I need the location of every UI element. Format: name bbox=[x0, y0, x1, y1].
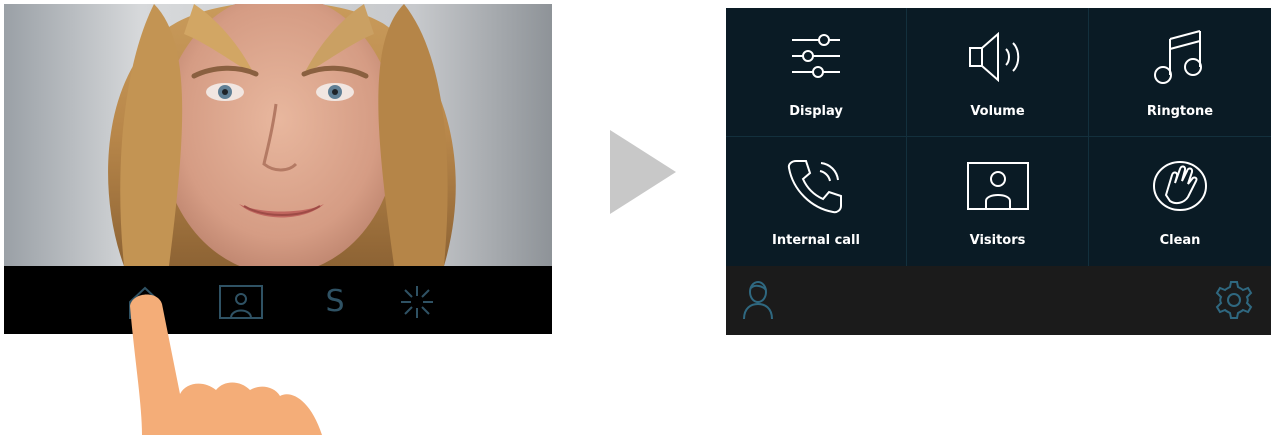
gear-icon[interactable] bbox=[1212, 278, 1256, 322]
pointing-hand-icon bbox=[130, 294, 322, 435]
play-arrow-icon bbox=[610, 130, 676, 214]
visitor-video-feed bbox=[4, 4, 552, 266]
menu-grid: Display Volume Ringtone Internal call Vi… bbox=[726, 8, 1271, 266]
intercom-video-screen: S bbox=[4, 4, 552, 334]
menu-bottom-bar bbox=[726, 266, 1271, 335]
menu-item-label: Display bbox=[789, 104, 843, 119]
menu-item-volume[interactable]: Volume bbox=[907, 8, 1089, 137]
visitor-photo-icon bbox=[963, 151, 1033, 221]
light-icon[interactable] bbox=[392, 280, 442, 324]
menu-item-label: Volume bbox=[970, 104, 1025, 119]
sliders-icon bbox=[781, 22, 851, 92]
hand-clean-icon bbox=[1145, 151, 1215, 221]
speaker-icon bbox=[963, 22, 1033, 92]
menu-item-display[interactable]: Display bbox=[726, 8, 907, 137]
menu-item-internal-call[interactable]: Internal call bbox=[726, 137, 907, 266]
menu-item-label: Ringtone bbox=[1146, 104, 1214, 119]
intercom-menu-screen: Display Volume Ringtone Internal call Vi… bbox=[726, 8, 1271, 335]
menu-item-ringtone[interactable]: Ringtone bbox=[1089, 8, 1271, 137]
visitor-face-image bbox=[4, 4, 552, 266]
phone-call-icon bbox=[781, 151, 851, 221]
menu-item-label: Visitors bbox=[969, 233, 1026, 248]
menu-item-visitors[interactable]: Visitors bbox=[907, 137, 1089, 266]
menu-item-label: Clean bbox=[1159, 233, 1201, 248]
music-note-icon bbox=[1145, 22, 1215, 92]
menu-item-label: Internal call bbox=[772, 233, 860, 248]
menu-item-clean[interactable]: Clean bbox=[1089, 137, 1271, 266]
user-icon[interactable] bbox=[736, 278, 780, 322]
